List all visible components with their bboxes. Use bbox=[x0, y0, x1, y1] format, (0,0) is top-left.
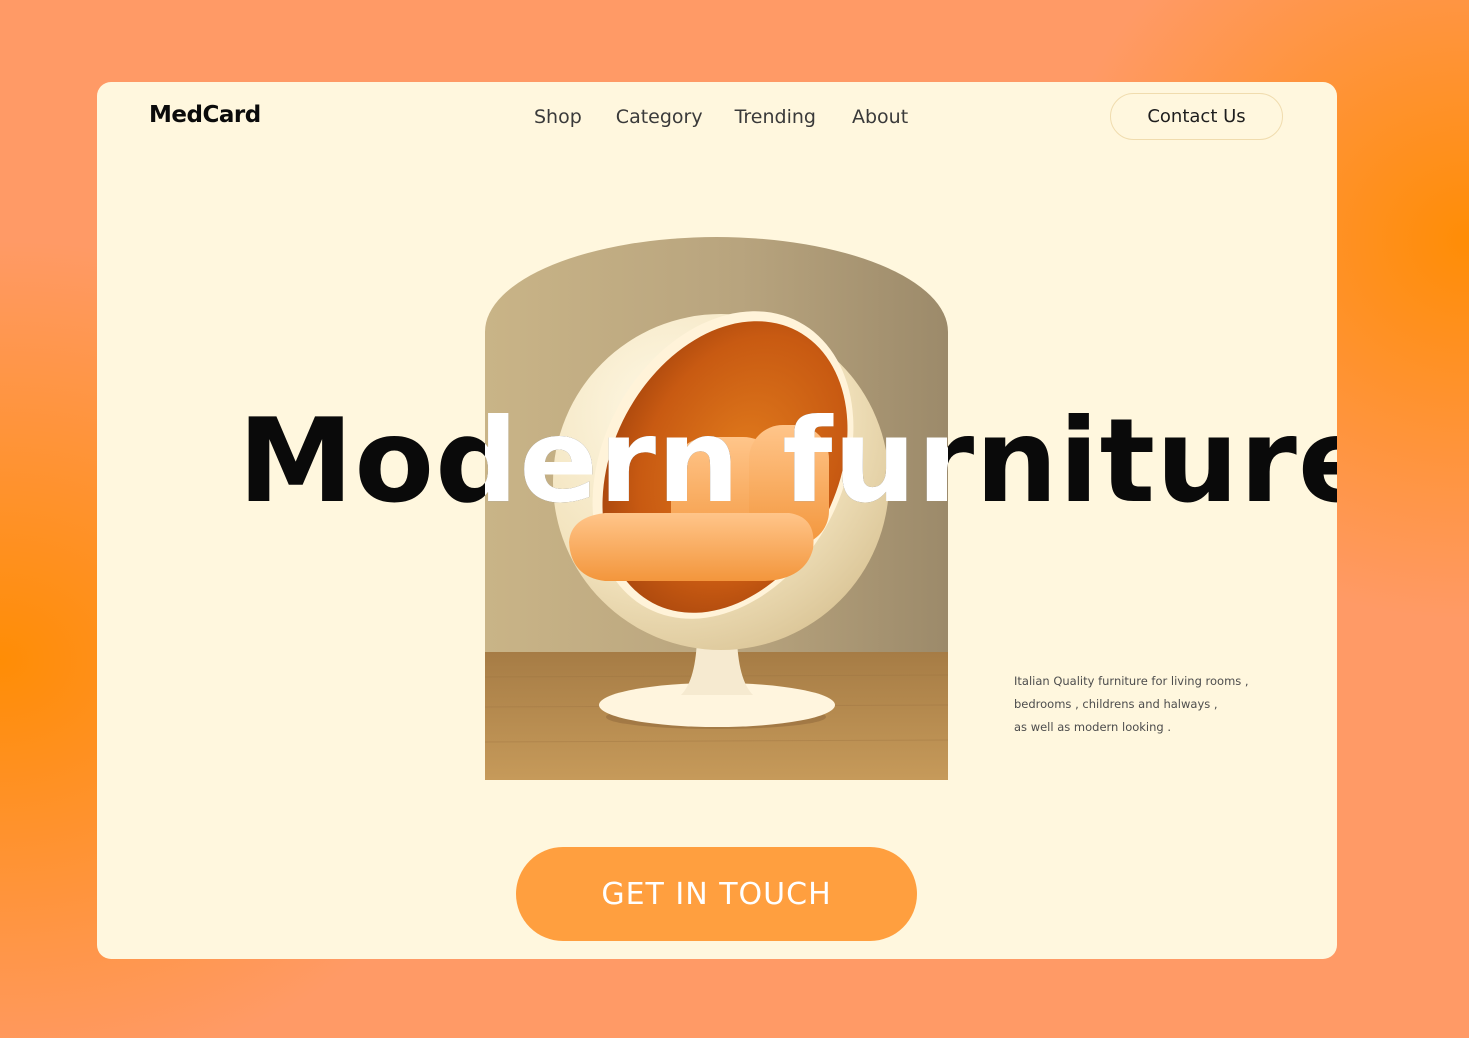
hero-description: Italian Quality furniture for living roo… bbox=[1014, 670, 1274, 739]
nav-item-trending[interactable]: Trending bbox=[735, 106, 816, 128]
landing-card: MedCard Shop Category Trending About Con… bbox=[97, 82, 1337, 959]
brand-logo[interactable]: MedCard bbox=[149, 102, 261, 128]
description-line: bedrooms , childrens and halways , bbox=[1014, 697, 1218, 711]
main-nav: Shop Category Trending About bbox=[534, 106, 908, 128]
nav-item-shop[interactable]: Shop bbox=[534, 106, 582, 128]
description-line: Italian Quality furniture for living roo… bbox=[1014, 674, 1249, 688]
nav-item-about[interactable]: About bbox=[852, 106, 908, 128]
get-in-touch-button[interactable]: GET IN TOUCH bbox=[516, 847, 917, 941]
contact-us-button[interactable]: Contact Us bbox=[1110, 93, 1283, 140]
description-line: as well as modern looking . bbox=[1014, 720, 1172, 734]
nav-item-category[interactable]: Category bbox=[616, 106, 703, 128]
